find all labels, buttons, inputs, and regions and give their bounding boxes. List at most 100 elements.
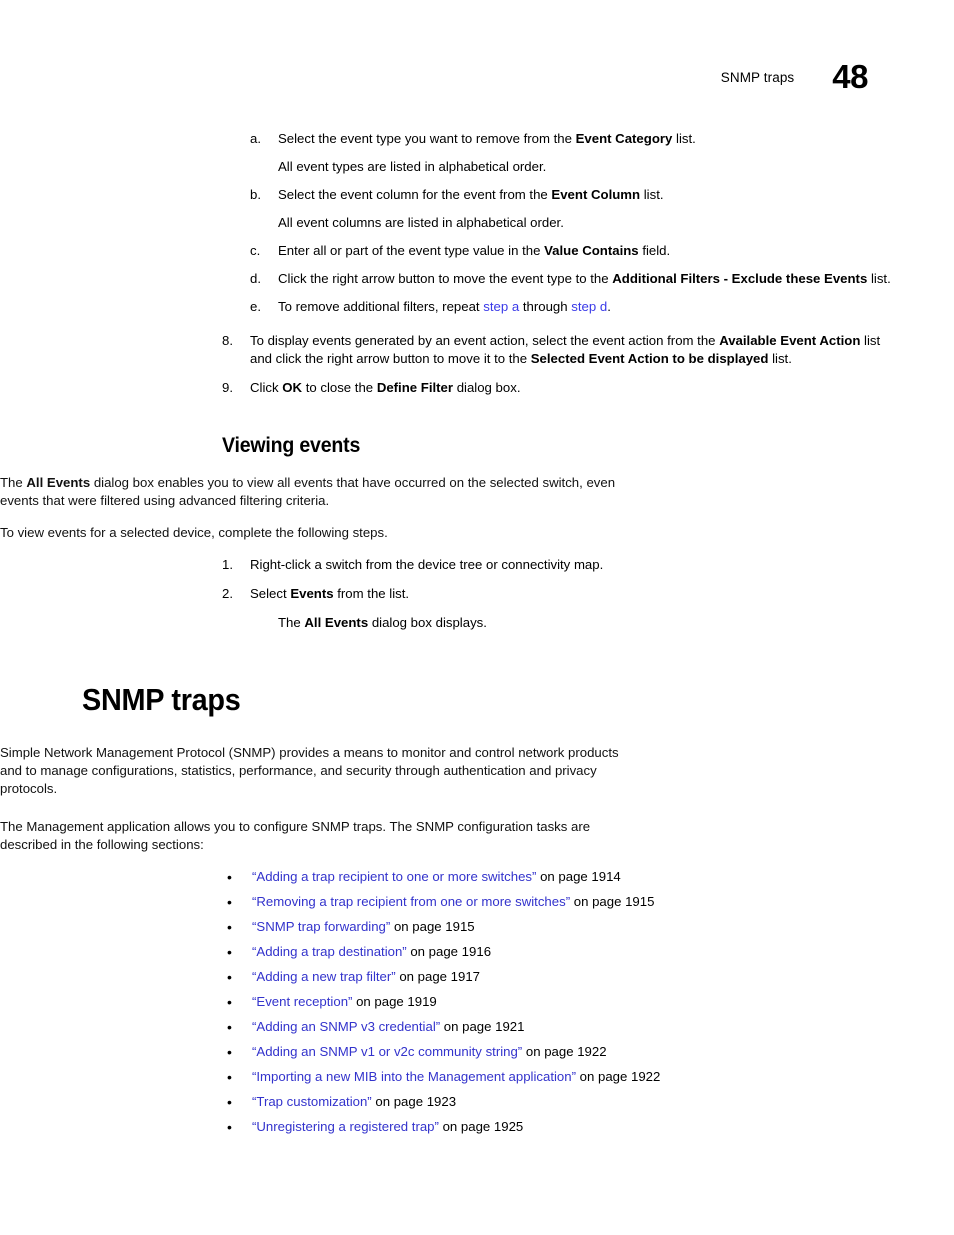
xref-step-d[interactable]: step d	[571, 299, 607, 314]
ui-label-bold: Selected Event Action to be displayed	[530, 351, 769, 366]
list-marker: e.	[250, 299, 261, 314]
step-text-post: list.	[768, 351, 792, 366]
page-reference: on page 1915	[390, 919, 475, 934]
step-text-pre: To remove additional filters, repeat	[278, 299, 484, 314]
step-text: Click OK to close the Define Filter dial…	[250, 380, 520, 395]
list-item: e. To remove additional filters, repeat …	[250, 298, 894, 316]
xref-link[interactable]: “Adding a new trap filter”	[252, 969, 396, 984]
result-text-pre: The	[278, 615, 305, 630]
step-text-pre: Select	[250, 586, 291, 601]
xref-link[interactable]: “SNMP trap forwarding”	[252, 919, 390, 934]
xref-link[interactable]: “Adding a trap destination”	[252, 944, 407, 959]
page-reference: on page 1922	[576, 1069, 661, 1084]
ui-label-bold: Additional Filters - Exclude these Event…	[612, 271, 868, 286]
list-marker: a.	[250, 131, 261, 146]
xref-link[interactable]: “Unregistering a registered trap”	[252, 1119, 439, 1134]
list-marker: 2.	[222, 586, 233, 601]
ui-label-bold: Event Category	[575, 131, 673, 146]
bullet-icon: •	[227, 894, 232, 910]
list-item: • “Adding an SNMP v1 or v2c community st…	[227, 1043, 891, 1061]
list-item: • “Importing a new MIB into the Manageme…	[227, 1068, 891, 1086]
list-item: • “Trap customization” on page 1923	[227, 1093, 891, 1111]
step-text: Click the right arrow button to move the…	[278, 271, 891, 286]
step-text-pre: Select the event column for the event fr…	[278, 187, 552, 202]
list-item: • “SNMP trap forwarding” on page 1915	[227, 918, 891, 936]
step-text-pre: Enter all or part of the event type valu…	[278, 243, 545, 258]
xref-link[interactable]: “Adding an SNMP v1 or v2c community stri…	[252, 1044, 522, 1059]
bullet-icon: •	[227, 1119, 232, 1135]
step-text-post: dialog box.	[453, 380, 521, 395]
bullet-icon: •	[227, 869, 232, 885]
xref-step-a[interactable]: step a	[483, 299, 519, 314]
list-item: 1. Right-click a switch from the device …	[222, 556, 894, 574]
ui-label-bold: Available Event Action	[719, 333, 861, 348]
chapter-heading-snmp-traps: SNMP traps	[82, 682, 241, 717]
step-text-pre: Click the right arrow button to move the…	[278, 271, 613, 286]
bullet-icon: •	[227, 944, 232, 960]
step-text-pre: Select the event type you want to remove…	[278, 131, 576, 146]
step-text: Select the event type you want to remove…	[278, 131, 696, 146]
step-text-post: from the list.	[333, 586, 410, 601]
step-text-pre: Click	[250, 380, 283, 395]
numbered-step-list-top: 8. To display events generated by an eve…	[0, 332, 954, 397]
list-item: 2. Select Events from the list.	[222, 585, 894, 603]
page-reference: on page 1914	[536, 869, 621, 884]
list-item: c. Enter all or part of the event type v…	[250, 242, 894, 260]
xref-link[interactable]: “Adding a trap recipient to one or more …	[252, 869, 536, 884]
step-text: Select the event column for the event fr…	[278, 187, 664, 202]
list-item: • “Unregistering a registered trap” on p…	[227, 1118, 891, 1136]
viewing-events-result: The All Events dialog box displays.	[278, 614, 866, 632]
step-text-post: list.	[867, 271, 891, 286]
page-reference: on page 1921	[440, 1019, 525, 1034]
ui-label-bold: OK	[282, 380, 303, 395]
list-item: d. Click the right arrow button to move …	[250, 270, 894, 288]
page-reference: on page 1925	[438, 1119, 524, 1134]
alpha-step-list: a. Select the event type you want to rem…	[0, 130, 954, 316]
paragraph-text-pre: The	[0, 475, 27, 490]
xref-link[interactable]: “Trap customization”	[252, 1094, 372, 1109]
ui-label-bold: Events	[290, 586, 334, 601]
step-text-mid: through	[519, 299, 572, 314]
step-text-post: list.	[640, 187, 664, 202]
paragraph-text-post: dialog box enables you to view all event…	[0, 475, 616, 508]
bullet-icon: •	[227, 919, 232, 935]
step-text: Right-click a switch from the device tre…	[250, 557, 603, 572]
list-item: 9. Click OK to close the Define Filter d…	[222, 379, 894, 397]
step-text: To display events generated by an event …	[250, 333, 880, 366]
bullet-icon: •	[227, 1019, 232, 1035]
bullet-icon: •	[227, 1069, 232, 1085]
step-text-pre: To display events generated by an event …	[250, 333, 720, 348]
list-item: b. Select the event column for the event…	[250, 186, 894, 204]
list-item: • “Adding an SNMP v3 credential” on page…	[227, 1018, 891, 1036]
page-reference: on page 1922	[522, 1044, 607, 1059]
section-heading-viewing-events: Viewing events	[222, 434, 361, 457]
viewing-events-intro: The All Events dialog box enables you to…	[0, 474, 644, 510]
xref-link[interactable]: “Adding an SNMP v3 credential”	[252, 1019, 440, 1034]
list-marker: 8.	[222, 333, 233, 348]
ui-label-bold: Value Contains	[544, 243, 639, 258]
xref-link[interactable]: “Importing a new MIB into the Management…	[252, 1069, 576, 1084]
step-text-pre: Right-click a switch from the device tre…	[250, 557, 604, 572]
step-text-post: list.	[672, 131, 696, 146]
xref-link[interactable]: “Event reception”	[252, 994, 352, 1009]
xref-link[interactable]: “Removing a trap recipient from one or m…	[252, 894, 570, 909]
step-note: All event columns are listed in alphabet…	[278, 215, 564, 230]
cross-reference-list: • “Adding a trap recipient to one or mor…	[0, 868, 954, 1136]
ui-label-bold: Event Column	[551, 187, 641, 202]
viewing-events-leadin: To view events for a selected device, co…	[0, 525, 388, 540]
list-item: • “Adding a new trap filter” on page 191…	[227, 968, 891, 986]
step-text: Select Events from the list.	[250, 586, 409, 601]
list-item: • “Adding a trap destination” on page 19…	[227, 943, 891, 961]
list-item: • “Event reception” on page 1919	[227, 993, 891, 1011]
bullet-icon: •	[227, 1044, 232, 1060]
list-marker: 9.	[222, 380, 233, 395]
step-text-mid: to close the	[302, 380, 377, 395]
list-marker: c.	[250, 243, 261, 258]
list-marker: 1.	[222, 557, 233, 572]
page-reference: on page 1919	[352, 994, 437, 1009]
list-item: a. Select the event type you want to rem…	[250, 130, 894, 148]
